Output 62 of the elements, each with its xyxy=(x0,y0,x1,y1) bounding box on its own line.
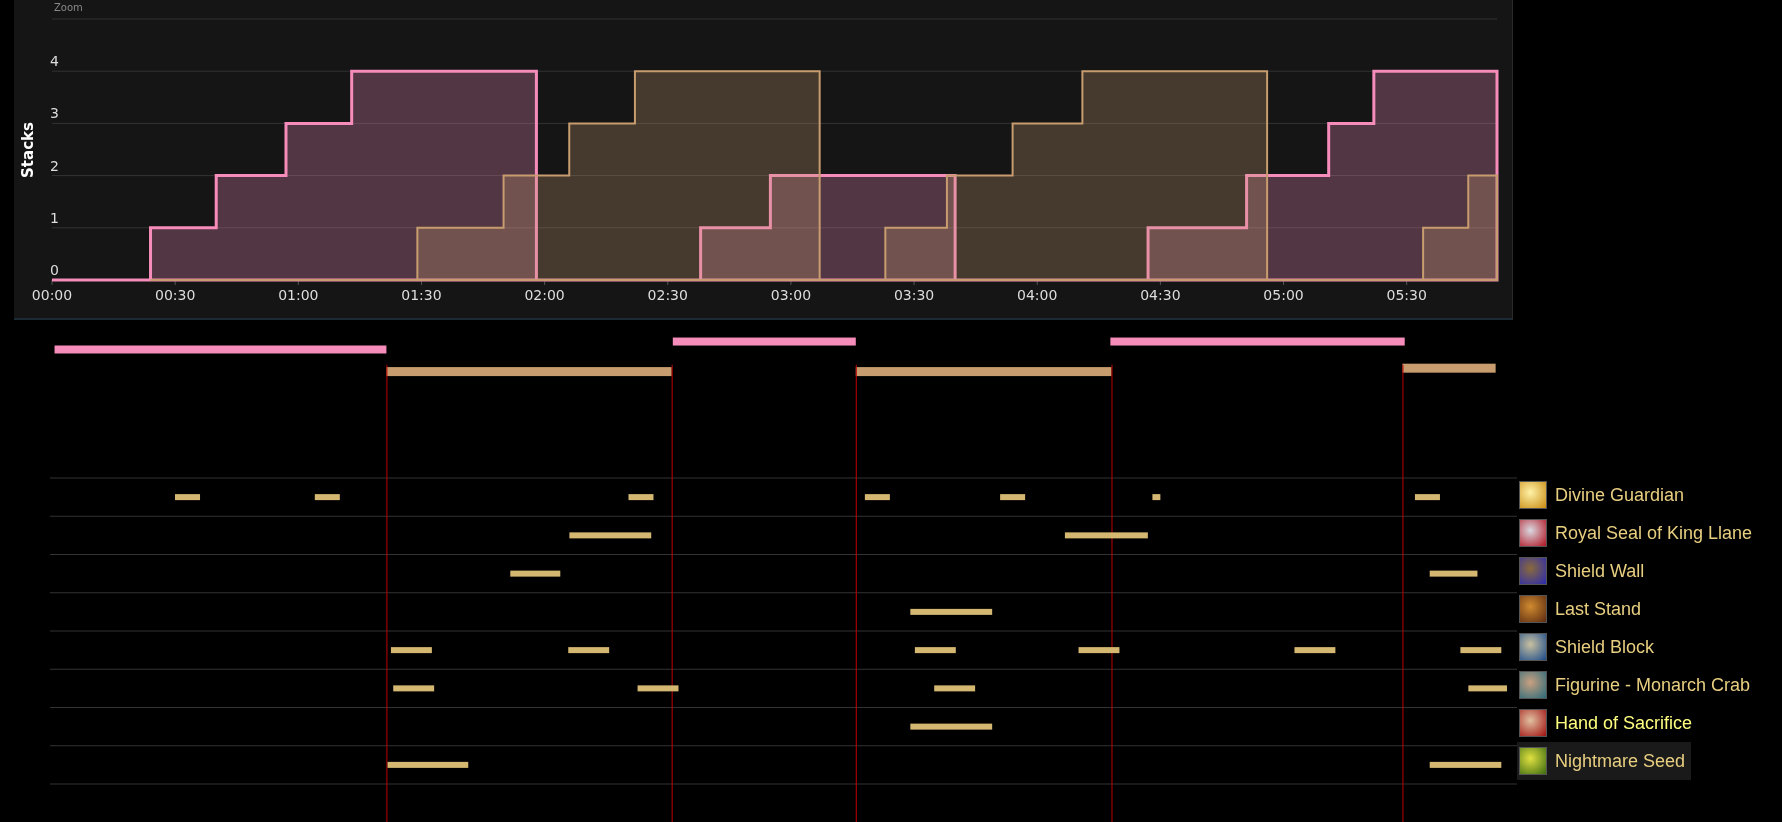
spell-icon xyxy=(1519,671,1547,699)
cooldown-bar xyxy=(510,570,561,577)
legend-item[interactable]: Divine Guardian xyxy=(1517,476,1691,514)
spell-icon xyxy=(1519,519,1547,547)
x-tick-label: 01:30 xyxy=(401,287,442,303)
cooldown-bar xyxy=(1078,647,1120,654)
cooldown-bar xyxy=(628,494,654,501)
cooldown-bar xyxy=(390,647,432,654)
y-tick-label: 3 xyxy=(50,105,59,122)
ability-name: Shield Block xyxy=(1555,636,1655,658)
cooldown-bar xyxy=(1468,685,1507,692)
x-tick-label: 00:30 xyxy=(154,287,196,303)
spell-icon xyxy=(1519,557,1547,585)
ability-name: Royal Seal of King Llane xyxy=(1555,522,1753,544)
ability-name: Figurine - Monarch Crab xyxy=(1555,674,1751,696)
cooldown-bar xyxy=(1414,494,1440,501)
x-tick-label: 02:30 xyxy=(647,287,688,303)
zoom-label[interactable]: Zoom xyxy=(54,2,83,13)
cooldown-bar xyxy=(568,647,610,654)
x-tick-label: 03:30 xyxy=(893,287,935,303)
x-tick-label: 02:00 xyxy=(524,287,565,303)
cooldown-bar xyxy=(1460,647,1502,654)
spell-icon xyxy=(1519,709,1547,737)
legend-item[interactable]: Hand of Sacrifice xyxy=(1517,704,1699,742)
y-tick-label: 0 xyxy=(50,262,59,278)
y-tick-label: 2 xyxy=(50,157,59,174)
spell-icon xyxy=(1519,633,1547,661)
legend-item[interactable]: Shield Wall xyxy=(1517,552,1651,590)
cooldown-bar xyxy=(864,494,890,501)
legend-item[interactable]: Shield Block xyxy=(1517,628,1661,666)
cooldown-bar xyxy=(1152,494,1161,501)
legend-item[interactable]: Figurine - Monarch Crab xyxy=(1517,666,1757,704)
cooldown-bar xyxy=(637,685,679,692)
ability-name: Divine Guardian xyxy=(1555,484,1685,506)
x-tick-label: 00:00 xyxy=(31,287,73,303)
y-tick-label: 4 xyxy=(50,53,59,70)
cooldown-bar xyxy=(914,647,956,654)
cooldown-bar xyxy=(314,494,340,501)
cooldown-bar xyxy=(934,685,976,692)
spell-icon xyxy=(1519,481,1547,509)
x-tick-label: 05:00 xyxy=(1263,287,1304,303)
x-tick-label: 05:30 xyxy=(1386,287,1427,303)
legend-item[interactable]: Nightmare Seed xyxy=(1517,742,1692,780)
spell-icon xyxy=(1519,747,1547,775)
cooldown-bar xyxy=(1294,647,1336,654)
spell-icon xyxy=(1519,595,1547,623)
cooldown-bar xyxy=(1000,494,1026,501)
legend-item[interactable]: Last Stand xyxy=(1517,590,1648,628)
x-tick-label: 01:00 xyxy=(278,287,319,303)
ability-name: Hand of Sacrifice xyxy=(1555,712,1693,734)
cooldown-bar xyxy=(175,494,200,501)
cooldown-bar xyxy=(393,685,435,692)
y-tick-label: 1 xyxy=(50,209,59,226)
x-tick-label: 03:00 xyxy=(770,287,812,303)
cooldown-bar xyxy=(1429,570,1478,577)
x-tick-label: 04:00 xyxy=(1017,287,1058,303)
ability-name: Shield Wall xyxy=(1555,560,1645,582)
ability-name: Nightmare Seed xyxy=(1555,750,1686,772)
x-tick-label: 04:30 xyxy=(1140,287,1181,303)
legend-item[interactable]: Royal Seal of King Llane xyxy=(1517,514,1759,552)
y-axis-title: Stacks xyxy=(19,122,37,178)
ability-name: Last Stand xyxy=(1555,598,1642,620)
